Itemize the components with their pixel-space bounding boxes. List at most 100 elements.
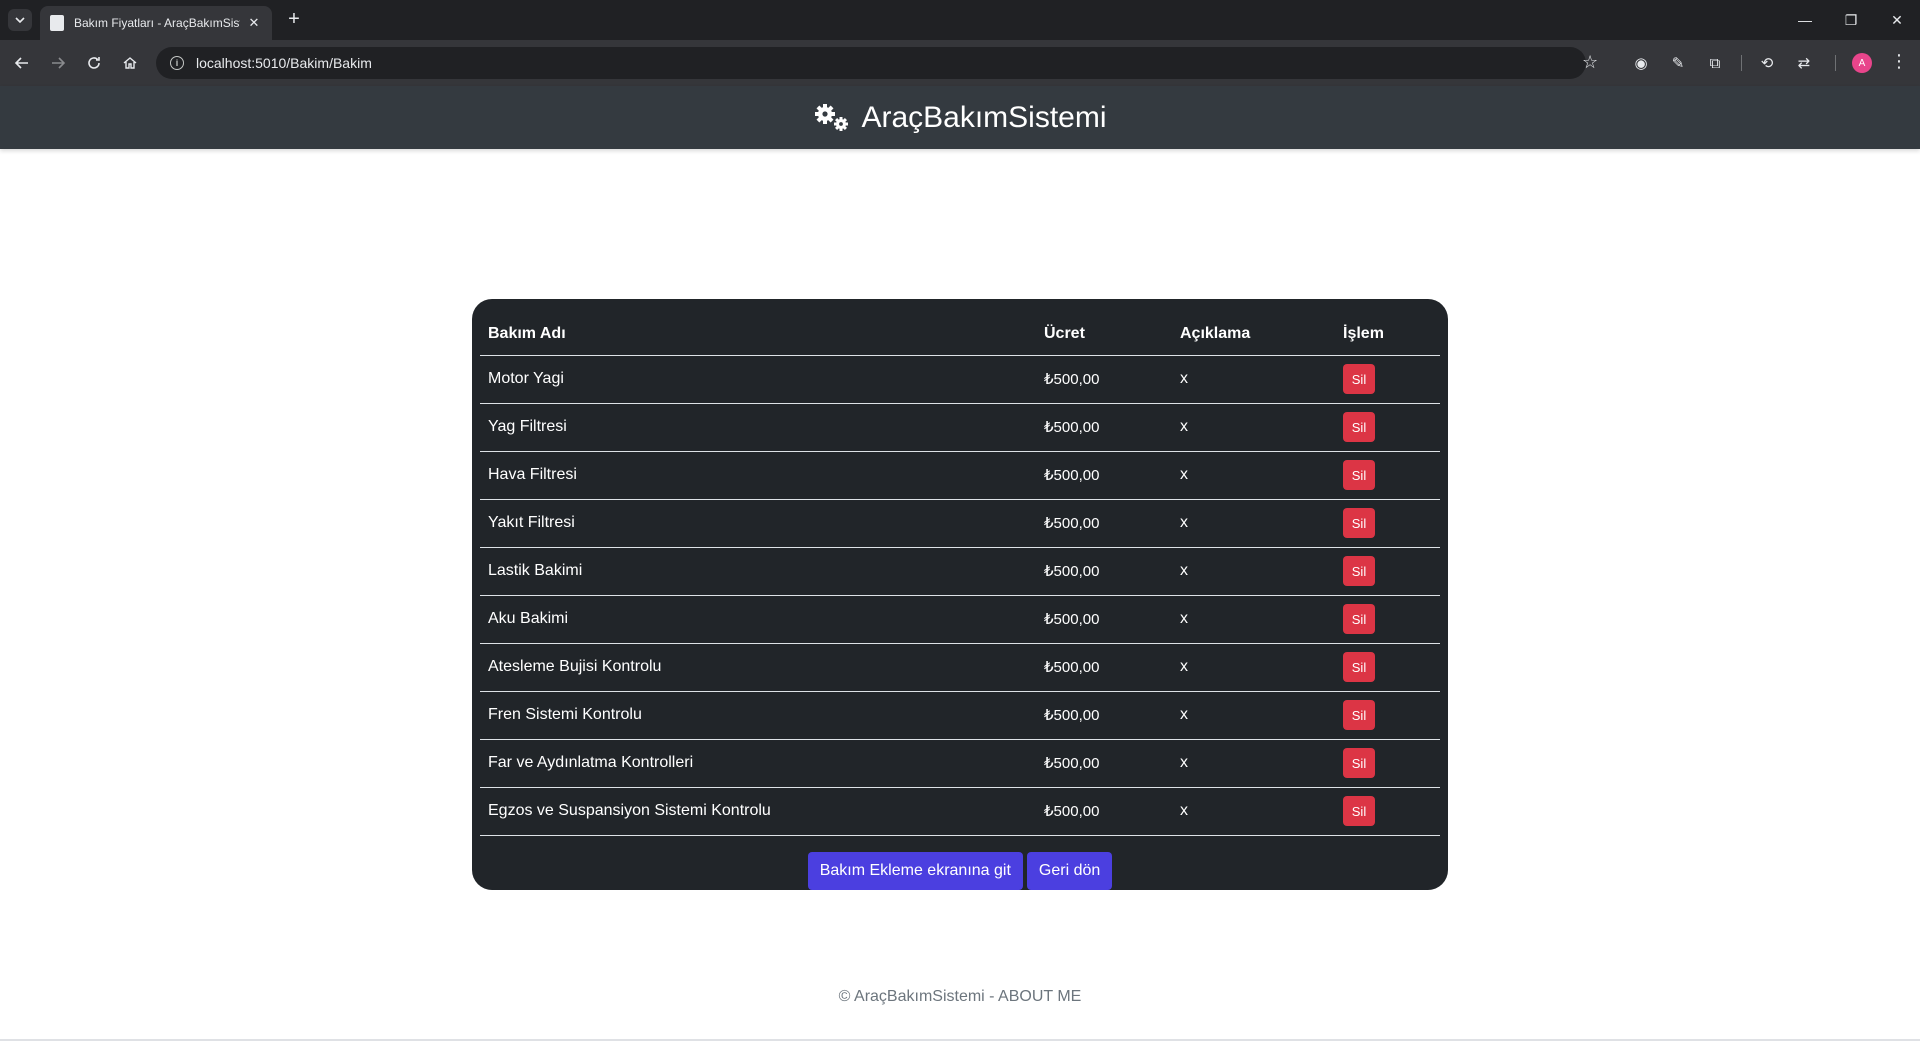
cell-name: Atesleme Bujisi Kontrolu — [480, 643, 1036, 692]
cell-price: ₺500,00 — [1036, 691, 1172, 740]
card-actions: Bakım Ekleme ekranına git Geri dön — [480, 851, 1440, 890]
window-close-icon[interactable]: ✕ — [1874, 0, 1920, 40]
page-footer: © AraçBakımSistemi - ABOUT ME — [838, 988, 1082, 1005]
cell-action: Sil — [1335, 739, 1440, 788]
table-row: Lastik Bakimi ₺500,00 x Sil — [480, 547, 1440, 596]
address-bar[interactable]: i localhost:5010/Bakim/Bakim — [156, 47, 1586, 79]
cell-description: x — [1172, 643, 1335, 692]
cell-name: Egzos ve Suspansiyon Sistemi Kontrolu — [480, 787, 1036, 836]
cell-action: Sil — [1335, 643, 1440, 692]
bookmark-star-icon[interactable]: ☆ — [1582, 52, 1598, 73]
cell-name: Fren Sistemi Kontrolu — [480, 691, 1036, 740]
table-header-row: Bakım Adı Ücret Açıklama İşlem — [480, 307, 1440, 356]
table-row: Aku Bakimi ₺500,00 x Sil — [480, 595, 1440, 644]
delete-button[interactable]: Sil — [1343, 460, 1375, 490]
table-row: Fren Sistemi Kontrolu ₺500,00 x Sil — [480, 691, 1440, 740]
delete-button[interactable]: Sil — [1343, 364, 1375, 394]
cell-description: x — [1172, 499, 1335, 548]
minimize-icon[interactable]: — — [1782, 0, 1828, 40]
cell-name: Far ve Aydınlatma Kontrolleri — [480, 739, 1036, 788]
cell-price: ₺500,00 — [1036, 595, 1172, 644]
tab-close-icon[interactable]: ✕ — [246, 15, 262, 31]
delete-button[interactable]: Sil — [1343, 604, 1375, 634]
table-row: Egzos ve Suspansiyon Sistemi Kontrolu ₺5… — [480, 787, 1440, 836]
brand-link[interactable]: AraçBakımSistemi — [813, 100, 1107, 135]
table-row: Motor Yagi ₺500,00 x Sil — [480, 355, 1440, 404]
cell-action: Sil — [1335, 691, 1440, 740]
table-body: Motor Yagi ₺500,00 x Sil Yag Filtresi ₺5… — [480, 355, 1440, 836]
add-maintenance-button[interactable]: Bakım Ekleme ekranına git — [807, 851, 1023, 890]
cell-description: x — [1172, 691, 1335, 740]
cell-action: Sil — [1335, 403, 1440, 452]
table-row: Hava Filtresi ₺500,00 x Sil — [480, 451, 1440, 500]
cell-action: Sil — [1335, 355, 1440, 404]
extensions-puzzle-icon[interactable]: ⧉ — [1704, 52, 1726, 74]
cell-price: ₺500,00 — [1036, 355, 1172, 404]
delete-button[interactable]: Sil — [1343, 508, 1375, 538]
gears-icon — [815, 103, 849, 131]
delete-button[interactable]: Sil — [1343, 556, 1375, 586]
delete-button[interactable]: Sil — [1343, 652, 1375, 682]
url-text: localhost:5010/Bakim/Bakim — [196, 55, 372, 71]
page-favicon-icon — [50, 15, 64, 31]
cell-description: x — [1172, 403, 1335, 452]
site-header: AraçBakımSistemi — [0, 86, 1920, 149]
restore-icon[interactable]: ❐ — [1828, 0, 1874, 40]
column-header-action: İşlem — [1335, 307, 1440, 356]
browser-tab[interactable]: Bakım Fiyatları - AraçBakımSistemi ✕ — [40, 6, 272, 40]
cell-name: Yakıt Filtresi — [480, 499, 1036, 548]
extension-2-icon[interactable]: ✎ — [1667, 52, 1689, 74]
cell-price: ₺500,00 — [1036, 643, 1172, 692]
column-header-name: Bakım Adı — [480, 307, 1036, 356]
cell-action: Sil — [1335, 595, 1440, 644]
cell-action: Sil — [1335, 787, 1440, 836]
cell-description: x — [1172, 787, 1335, 836]
new-tab-button[interactable]: + — [282, 8, 306, 32]
cell-description: x — [1172, 355, 1335, 404]
delete-button[interactable]: Sil — [1343, 796, 1375, 826]
cell-action: Sil — [1335, 451, 1440, 500]
cell-description: x — [1172, 739, 1335, 788]
delete-button[interactable]: Sil — [1343, 748, 1375, 778]
toolbar-separator — [1741, 55, 1742, 71]
table-row: Yakıt Filtresi ₺500,00 x Sil — [480, 499, 1440, 548]
translate-icon[interactable]: ⇄ — [1793, 52, 1815, 74]
home-icon[interactable] — [118, 51, 142, 75]
cell-name: Lastik Bakimi — [480, 547, 1036, 596]
cell-name: Hava Filtresi — [480, 451, 1036, 500]
table-row: Far ve Aydınlatma Kontrolleri ₺500,00 x … — [480, 739, 1440, 788]
forward-arrow-icon[interactable] — [46, 51, 70, 75]
delete-button[interactable]: Sil — [1343, 700, 1375, 730]
cell-price: ₺500,00 — [1036, 547, 1172, 596]
cell-name: Yag Filtresi — [480, 403, 1036, 452]
brand-name: AraçBakımSistemi — [861, 100, 1107, 134]
back-arrow-icon[interactable] — [10, 51, 34, 75]
reload-icon[interactable] — [82, 51, 106, 75]
menu-kebab-icon[interactable]: ⋮ — [1890, 51, 1908, 72]
cell-description: x — [1172, 451, 1335, 500]
cell-description: x — [1172, 547, 1335, 596]
maintenance-table: Bakım Adı Ücret Açıklama İşlem Motor Yag… — [480, 307, 1440, 836]
cell-price: ₺500,00 — [1036, 787, 1172, 836]
chevron-down-icon — [15, 17, 25, 23]
column-header-price: Ücret — [1036, 307, 1172, 356]
delete-button[interactable]: Sil — [1343, 412, 1375, 442]
column-header-description: Açıklama — [1172, 307, 1335, 356]
cell-price: ₺500,00 — [1036, 403, 1172, 452]
cell-name: Motor Yagi — [480, 355, 1036, 404]
history-icon[interactable]: ⟲ — [1756, 52, 1778, 74]
cell-action: Sil — [1335, 499, 1440, 548]
maintenance-card: Bakım Adı Ücret Açıklama İşlem Motor Yag… — [472, 299, 1448, 890]
table-row: Atesleme Bujisi Kontrolu ₺500,00 x Sil — [480, 643, 1440, 692]
browser-tabstrip: Bakım Fiyatları - AraçBakımSistemi ✕ + —… — [0, 0, 1920, 40]
tab-search-button[interactable] — [8, 9, 32, 31]
cell-price: ₺500,00 — [1036, 739, 1172, 788]
profile-avatar[interactable]: A — [1852, 53, 1872, 73]
cell-price: ₺500,00 — [1036, 499, 1172, 548]
cell-action: Sil — [1335, 547, 1440, 596]
table-row: Yag Filtresi ₺500,00 x Sil — [480, 403, 1440, 452]
site-info-icon[interactable]: i — [170, 56, 184, 70]
extension-1-icon[interactable]: ◉ — [1630, 52, 1652, 74]
toolbar-separator — [1835, 55, 1836, 71]
back-button[interactable]: Geri dön — [1026, 851, 1113, 890]
